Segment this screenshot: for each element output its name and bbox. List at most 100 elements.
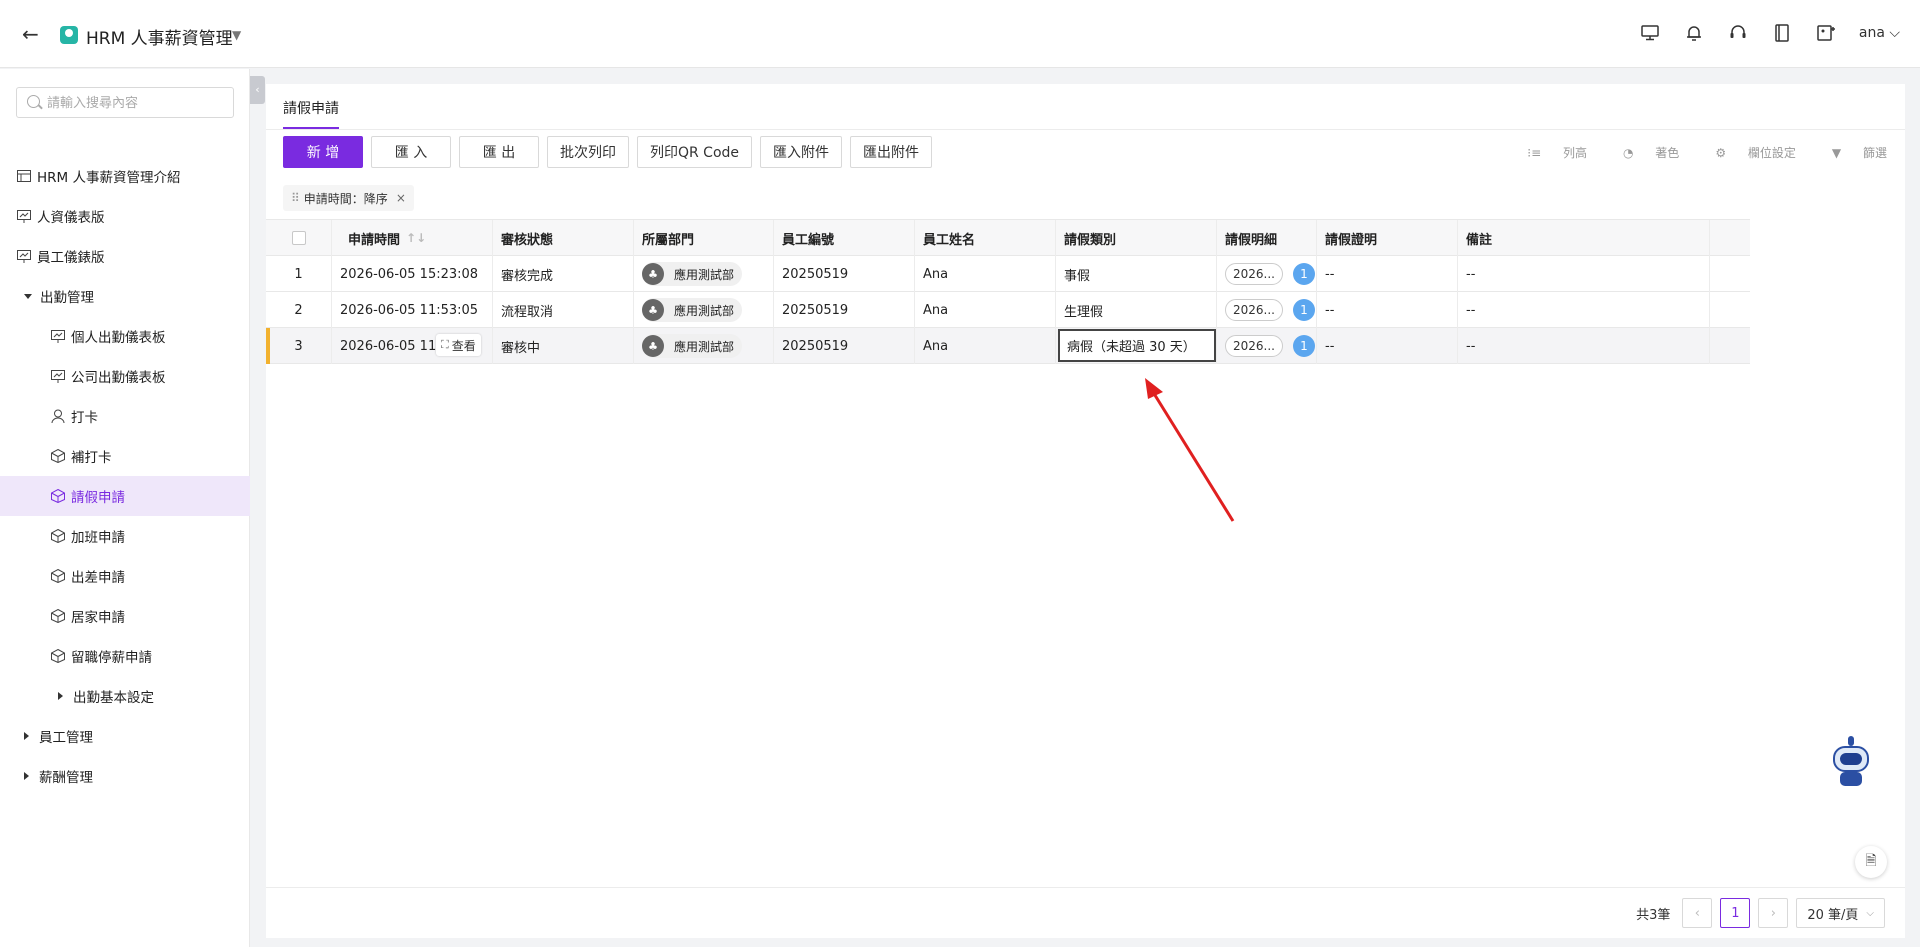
leave-type-cell[interactable]: 生理假	[1056, 292, 1217, 328]
leave-proof-cell[interactable]: --	[1317, 292, 1458, 328]
sidebar-item-label: 出差申請	[71, 570, 125, 586]
filter-button[interactable]: ▼ 篩選	[1814, 144, 1887, 161]
leave-detail-pill[interactable]: 2026...	[1225, 299, 1283, 321]
print-qr-button[interactable]: 列印QR Code	[637, 136, 752, 168]
leave-detail-cell[interactable]: 2026... 1	[1217, 292, 1317, 328]
sidebar-item-employee-dashboard[interactable]: 員工儀錶版	[0, 236, 250, 276]
leave-type-cell[interactable]: 事假	[1056, 256, 1217, 292]
app-switch-caret-icon[interactable]: ▼	[232, 28, 241, 42]
view-button[interactable]: ⛶ 查看	[436, 334, 481, 356]
employee-id-cell[interactable]: 20250519	[774, 256, 915, 292]
image-add-icon[interactable]	[1815, 22, 1837, 44]
sidebar-item-business-trip-request[interactable]: 出差申請	[0, 556, 250, 596]
leave-detail-pill[interactable]: 2026...	[1225, 335, 1283, 357]
column-header-leave-type[interactable]: 請假類別	[1056, 220, 1217, 256]
expand-icon: ⛶	[441, 338, 449, 351]
apply-time-cell[interactable]: 2026-06-05 11:53:05	[332, 292, 493, 328]
table-row-selected[interactable]: 3 2026-06-05 11:5 ⛶ 查看 審核中 ♣ 應用測試部 2025051…	[266, 328, 1750, 364]
table-row[interactable]: 1 2026-06-05 15:23:08 審核完成 ♣ 應用測試部 202505…	[266, 256, 1750, 292]
leave-proof-cell[interactable]: --	[1317, 328, 1458, 364]
leave-type-cell-active[interactable]: 病假（未超過 30 天）	[1056, 328, 1217, 364]
leave-type-editor[interactable]: 病假（未超過 30 天）	[1058, 329, 1216, 362]
app-title[interactable]: HRM 人事薪資管理	[86, 24, 233, 49]
sidebar-group-employee-management[interactable]: 員工管理	[0, 716, 250, 756]
apply-time-cell[interactable]: 2026-06-05 15:23:08	[332, 256, 493, 292]
sort-icon[interactable]: ↑↓	[406, 231, 426, 245]
note-cell[interactable]: --	[1458, 328, 1710, 364]
department-cell[interactable]: ♣ 應用測試部	[634, 328, 774, 364]
sidebar-item-hr-dashboard[interactable]: 人資儀表版	[0, 196, 250, 236]
dashboard-icon	[16, 248, 32, 264]
caret-right-icon	[24, 772, 29, 780]
drag-handle-icon[interactable]: ⠿	[291, 191, 300, 205]
employee-id-cell[interactable]: 20250519	[774, 328, 915, 364]
column-header-note[interactable]: 備註	[1458, 220, 1710, 256]
export-attachment-button[interactable]: 匯出附件	[850, 136, 932, 168]
sidebar-item-clock-in[interactable]: 打卡	[0, 396, 250, 436]
note-cell[interactable]: --	[1458, 292, 1710, 328]
employee-name-cell[interactable]: Ana	[915, 256, 1056, 292]
leave-detail-cell[interactable]: 2026... 1	[1217, 328, 1317, 364]
note-cell[interactable]: --	[1458, 256, 1710, 292]
sidebar-item-hrm-intro[interactable]: HRM 人事薪資管理介紹	[0, 156, 250, 196]
assistant-robot-icon[interactable]	[1828, 736, 1874, 788]
export-button[interactable]: 匯 出	[459, 136, 539, 168]
status-cell[interactable]: 審核中	[493, 328, 634, 364]
apply-time-cell[interactable]: 2026-06-05 11:5 ⛶ 查看	[332, 328, 493, 364]
monitor-icon[interactable]	[1639, 22, 1661, 44]
sidebar-group-payroll-management[interactable]: 薪酬管理	[0, 756, 250, 796]
user-menu[interactable]: ana ⌵	[1859, 25, 1900, 41]
department-cell[interactable]: ♣ 應用測試部	[634, 256, 774, 292]
sidebar-item-unpaid-leave-request[interactable]: 留職停薪申請	[0, 636, 250, 676]
column-header-employee-id[interactable]: 員工編號	[774, 220, 915, 256]
column-header-leave-detail[interactable]: 請假明細	[1217, 220, 1317, 256]
sort-tag[interactable]: ⠿ 申請時間：降序 ×	[283, 185, 414, 211]
headset-icon[interactable]	[1727, 22, 1749, 44]
back-arrow-icon[interactable]: ←	[22, 22, 46, 46]
coloring-button[interactable]: ◔ 著色	[1605, 144, 1679, 161]
sidebar-collapse-icon[interactable]: ‹	[250, 76, 265, 104]
search-input[interactable]	[47, 93, 227, 113]
next-page-button[interactable]: ›	[1758, 898, 1789, 928]
leave-detail-cell[interactable]: 2026... 1	[1217, 256, 1317, 292]
column-settings-button[interactable]: ⚙ 欄位設定	[1697, 144, 1796, 161]
department-label: 應用測試部	[674, 303, 735, 318]
column-header-apply-time[interactable]: 申請時間 ↑↓	[332, 220, 493, 256]
column-header-department[interactable]: 所屬部門	[634, 220, 774, 256]
status-cell[interactable]: 流程取消	[493, 292, 634, 328]
employee-id-cell[interactable]: 20250519	[774, 292, 915, 328]
sidebar-item-company-attendance-dashboard[interactable]: 公司出勤儀表板	[0, 356, 250, 396]
tab-leave-request[interactable]: 請假申請	[283, 98, 339, 129]
employee-name-cell[interactable]: Ana	[915, 292, 1056, 328]
column-header-status[interactable]: 審核狀態	[493, 220, 634, 256]
sidebar-item-leave-request[interactable]: 請假申請	[0, 476, 250, 516]
import-button[interactable]: 匯 入	[371, 136, 451, 168]
document-icon[interactable]: 🗎	[1855, 846, 1887, 878]
sidebar-item-label: 居家申請	[71, 610, 125, 626]
add-button[interactable]: 新 增	[283, 136, 363, 168]
bell-icon[interactable]	[1683, 22, 1705, 44]
status-cell[interactable]: 審核完成	[493, 256, 634, 292]
sidebar-item-wfh-request[interactable]: 居家申請	[0, 596, 250, 636]
select-all-checkbox[interactable]	[291, 231, 306, 245]
leave-proof-cell[interactable]: --	[1317, 256, 1458, 292]
leave-detail-pill[interactable]: 2026...	[1225, 263, 1283, 285]
department-cell[interactable]: ♣ 應用測試部	[634, 292, 774, 328]
sidebar-item-clock-in-correction[interactable]: 補打卡	[0, 436, 250, 476]
import-attachment-button[interactable]: 匯入附件	[760, 136, 842, 168]
employee-name-cell[interactable]: Ana	[915, 328, 1056, 364]
page-number-button[interactable]: 1	[1720, 898, 1751, 928]
prev-page-button[interactable]: ‹	[1682, 898, 1713, 928]
table-row[interactable]: 2 2026-06-05 11:53:05 流程取消 ♣ 應用測試部 202505…	[266, 292, 1750, 328]
row-height-button[interactable]: ⁝≡ 列高	[1509, 144, 1587, 161]
close-icon[interactable]: ×	[396, 191, 406, 205]
batch-print-button[interactable]: 批次列印	[547, 136, 629, 168]
sidebar-item-overtime-request[interactable]: 加班申請	[0, 516, 250, 556]
column-header-leave-proof[interactable]: 請假證明	[1317, 220, 1458, 256]
sidebar-item-personal-attendance-dashboard[interactable]: 個人出勤儀表板	[0, 316, 250, 356]
sidebar-group-attendance-settings[interactable]: 出勤基本設定	[0, 676, 250, 716]
page-size-select[interactable]: 20 筆/頁 ⌵	[1796, 898, 1885, 928]
book-icon[interactable]	[1771, 22, 1793, 44]
column-header-employee-name[interactable]: 員工姓名	[915, 220, 1056, 256]
sidebar-group-attendance[interactable]: 出勤管理	[0, 276, 250, 316]
